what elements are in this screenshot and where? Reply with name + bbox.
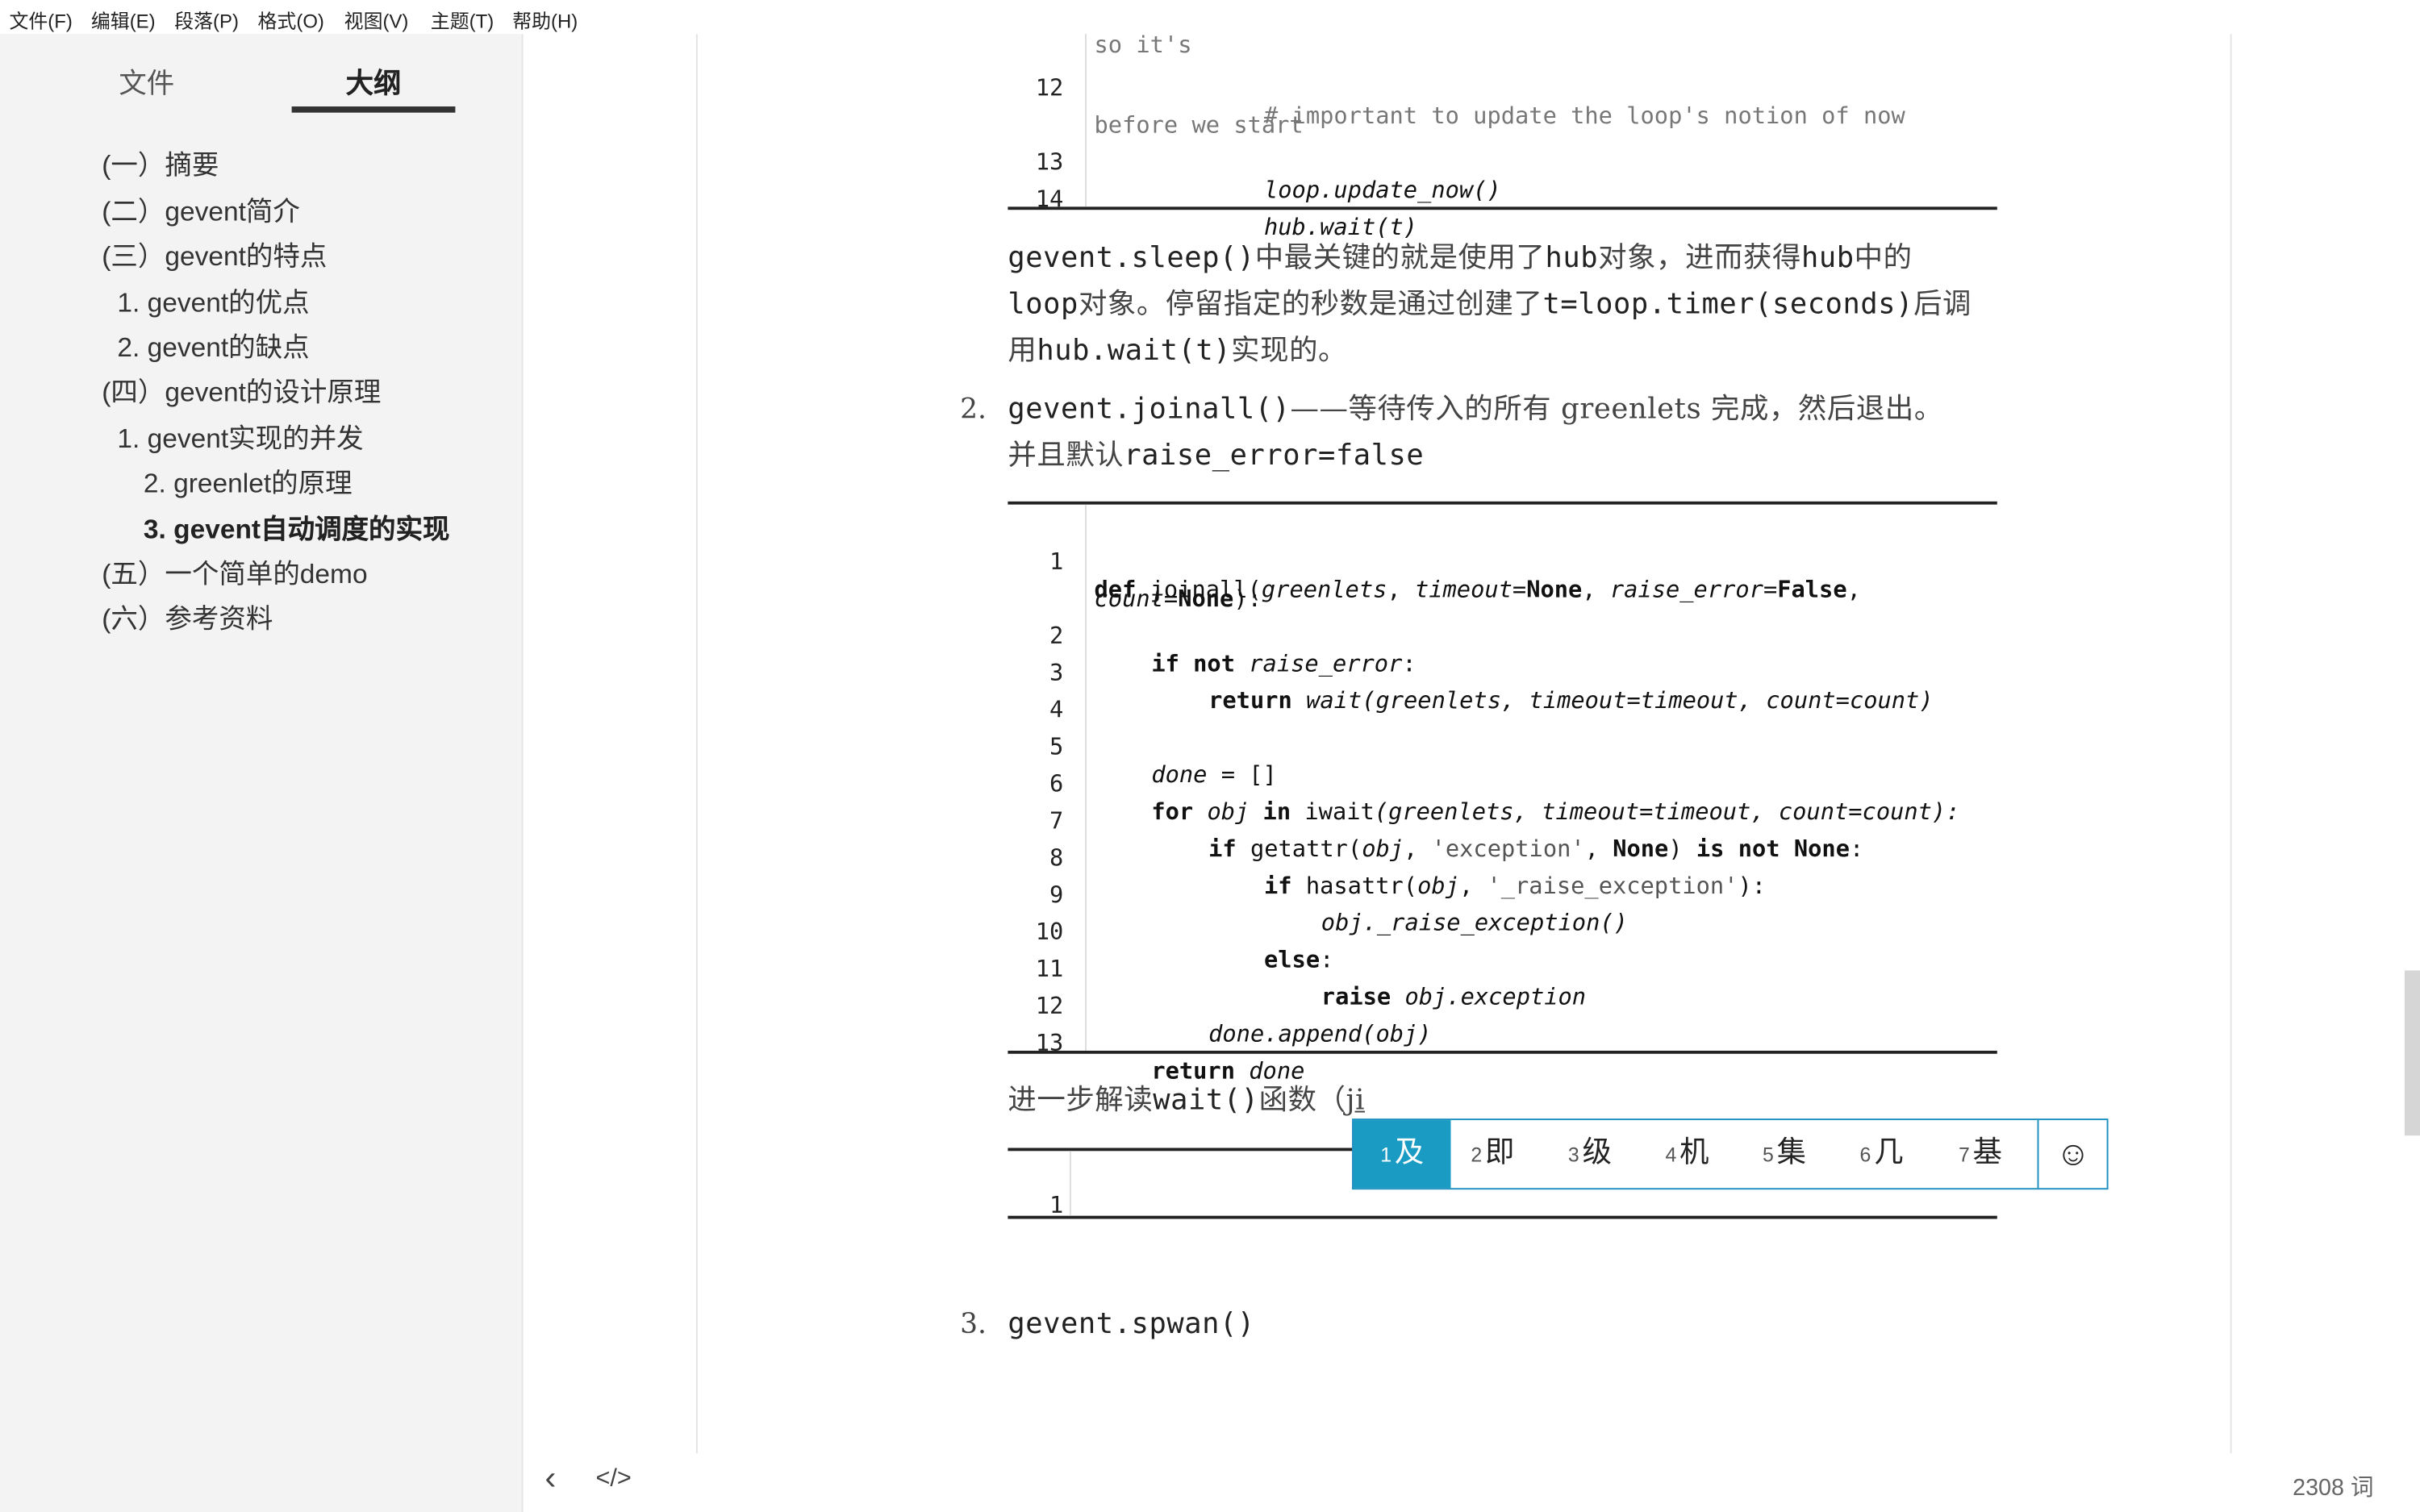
list-number: 3. bbox=[960, 1308, 987, 1341]
word-count[interactable]: 2308 词 bbox=[2293, 1470, 2374, 1502]
ime-candidate-popup: 1及 2即 3级 4机 5集 6几 7基 ☺ bbox=[1352, 1118, 2109, 1190]
code-line: 11 raise obj.exception bbox=[1035, 955, 1587, 1011]
page-margin-left bbox=[695, 34, 698, 1454]
outline-item-concurrency[interactable]: 1. gevent实现的并发 bbox=[117, 419, 363, 457]
code-line: 3 return wait(greenlets, timeout=timeout… bbox=[1049, 658, 1934, 714]
code-line: 8 if hasattr(obj, '_raise_exception'): bbox=[1049, 843, 1767, 900]
menubar: 文件(F) 编辑(E) 段落(P) 格式(O) 视图(V) 主题(T) 帮助(H… bbox=[0, 0, 2420, 35]
outline-item-summary[interactable]: (一）摘要 bbox=[102, 145, 219, 184]
code-line: 7 if getattr(obj, 'exception', None) is … bbox=[1049, 806, 1864, 863]
toggle-sidebar-icon[interactable]: ‹ bbox=[544, 1458, 556, 1498]
code-line: 4 bbox=[1049, 695, 1064, 724]
menu-view[interactable]: 视图(V) bbox=[344, 5, 409, 34]
editor[interactable]: so it's 12 # important to update the loo… bbox=[523, 34, 2420, 1454]
ime-candidate[interactable]: 1及 bbox=[1353, 1120, 1451, 1189]
sidebar: 文件 大纲 (一）摘要 (二）gevent简介 (三）gevent的特点 1. … bbox=[0, 34, 524, 1512]
ime-candidate[interactable]: 5集 bbox=[1763, 1120, 1806, 1188]
ime-candidate[interactable]: 3级 bbox=[1568, 1120, 1612, 1188]
ime-candidate[interactable]: 6几 bbox=[1860, 1120, 1904, 1188]
menu-file[interactable]: 文件(F) bbox=[9, 5, 72, 34]
code-line: 1 def joinall(greenlets, timeout=None, r… bbox=[1049, 548, 1861, 604]
code-line: 10 else: bbox=[1035, 918, 1334, 974]
source-code-mode-icon[interactable]: </> bbox=[596, 1466, 632, 1493]
scrollbar-thumb[interactable] bbox=[2404, 970, 2420, 1136]
code-line: 12 # important to update the loop's noti… bbox=[1035, 73, 1905, 130]
code-line: 6 for obj in iwait(greenlets, timeout=ti… bbox=[1049, 769, 1960, 826]
menu-format[interactable]: 格式(O) bbox=[258, 5, 324, 34]
outline-item-scheduling[interactable]: 3. gevent自动调度的实现 bbox=[144, 509, 450, 548]
outline-item-demo[interactable]: (五）一个简单的demo bbox=[102, 554, 367, 593]
outline-item-references[interactable]: (六）参考资料 bbox=[102, 598, 273, 637]
code-line: count=None): bbox=[1094, 585, 1262, 613]
tab-outline[interactable]: 大纲 bbox=[346, 62, 402, 102]
code-line: 13 return done bbox=[1035, 1029, 1305, 1085]
tab-files[interactable]: 文件 bbox=[119, 62, 174, 102]
list-number: 2. bbox=[960, 393, 987, 427]
code-line: 13 loop.update_now() bbox=[1035, 148, 1501, 204]
ime-composing-text: ji bbox=[1346, 1085, 1365, 1118]
menu-paragraph[interactable]: 段落(P) bbox=[174, 5, 239, 34]
ime-candidate[interactable]: 4机 bbox=[1665, 1120, 1709, 1188]
statusbar: ‹ </> 2308 词 bbox=[523, 1453, 2420, 1512]
code-line: 14 hub.wait(t) bbox=[1035, 185, 1418, 241]
code-line: 12 done.append(obj) bbox=[1035, 992, 1432, 1048]
outline-item-greenlet[interactable]: 2. greenlet的原理 bbox=[144, 463, 353, 502]
list-item-joinall[interactable]: gevent.joinall()——等待传入的所有 greenlets 完成，然… bbox=[1008, 387, 2011, 480]
ime-candidate[interactable]: 2即 bbox=[1471, 1120, 1514, 1188]
outline-item-features[interactable]: (三）gevent的特点 bbox=[102, 236, 327, 275]
emoji-icon[interactable]: ☺ bbox=[2056, 1120, 2091, 1188]
outline-item-design[interactable]: (四）gevent的设计原理 bbox=[102, 372, 381, 410]
menu-theme[interactable]: 主题(T) bbox=[431, 5, 494, 34]
menu-edit[interactable]: 编辑(E) bbox=[91, 5, 156, 34]
menu-help[interactable]: 帮助(H) bbox=[512, 5, 578, 34]
page-margin-right bbox=[2230, 34, 2232, 1454]
outline-item-intro[interactable]: (二）gevent简介 bbox=[102, 191, 300, 230]
active-tab-indicator bbox=[291, 106, 456, 113]
ime-candidate[interactable]: 7基 bbox=[1959, 1120, 2002, 1188]
code-block-sleep[interactable]: so it's 12 # important to update the loo… bbox=[1008, 34, 1997, 241]
code-line: before we start bbox=[1094, 110, 1304, 140]
outline-item-pros[interactable]: 1. gevent的优点 bbox=[117, 282, 309, 321]
list-item-spawn[interactable]: gevent.spwan() bbox=[1008, 1302, 1254, 1348]
paragraph-sleep-explanation[interactable]: gevent.sleep()中最关键的就是使用了hub对象，进而获得hub中的 … bbox=[1008, 236, 1996, 375]
code-line: 5 done = [] bbox=[1049, 732, 1277, 789]
code-line: 9 obj._raise_exception() bbox=[1049, 881, 1628, 937]
outline-item-cons[interactable]: 2. gevent的缺点 bbox=[117, 327, 309, 366]
code-line: 2 if not raise_error: bbox=[1049, 622, 1417, 677]
code-line: so it's bbox=[1094, 34, 1192, 59]
code-block-joinall[interactable]: 1 def joinall(greenlets, timeout=None, r… bbox=[1008, 501, 1997, 1085]
